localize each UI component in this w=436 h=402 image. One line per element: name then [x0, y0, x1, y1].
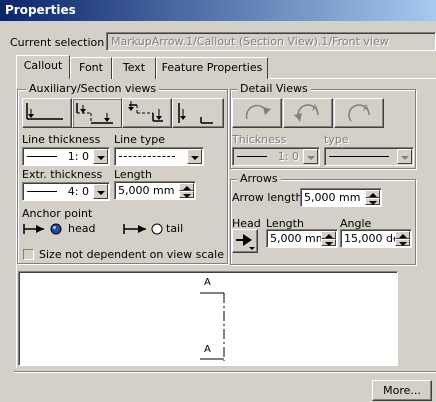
extr-thickness-label: Extr. thickness [22, 168, 103, 181]
detail-thickness-label: Thickness [232, 133, 287, 146]
size-not-dependent-label: Size not dependent on view scale [39, 248, 224, 261]
length-spin-down[interactable] [179, 190, 194, 198]
current-selection-field: MarkupArrow.1/Callout (Section View).1/F… [106, 32, 436, 51]
arrows-group-title: Arrows [237, 172, 281, 185]
anchor-head-option[interactable]: head [22, 221, 112, 237]
anchor-head-icon [23, 223, 62, 235]
arrow-head-length-spinner[interactable] [321, 231, 336, 246]
detail-type-swatch [329, 156, 389, 157]
aux-section-group-title: Auxiliary/Section views [26, 82, 160, 95]
arrow-angle-spinner[interactable] [395, 231, 410, 246]
length-value: 5,000 mm [118, 184, 175, 197]
anchor-point-label: Anchor point [22, 207, 93, 220]
section-arrow-style-4-icon [178, 103, 213, 124]
callout-style-1-button[interactable] [22, 98, 72, 128]
preview-label-top: A [204, 277, 211, 288]
arrow-head-length-spin-up[interactable] [321, 231, 336, 239]
detail-views-group-title: Detail Views [237, 82, 311, 95]
arrow-length-spin-down[interactable] [365, 197, 380, 205]
detail-circle-style-3-icon: A [348, 104, 370, 122]
detail-style-2-button: A [283, 98, 333, 128]
callout-preview: A A [18, 271, 398, 366]
line-thickness-select[interactable]: 1: 0 [22, 147, 110, 166]
detail-style-3-button: A [334, 98, 384, 128]
section-arrow-style-2-icon [76, 103, 113, 124]
extr-thickness-swatch [27, 191, 57, 192]
arrow-length-input[interactable]: 5,000 mm [300, 188, 382, 207]
extr-thickness-select[interactable]: 4: 0 [22, 182, 110, 201]
detail-style-1-button [232, 98, 282, 128]
arrow-angle-input[interactable]: 15,000 de [340, 229, 412, 248]
footer-separator [14, 371, 436, 373]
detail-thickness-value: 1: 0 [277, 150, 299, 163]
arrow-length-label: Arrow length: [232, 191, 307, 204]
anchor-tail-icon [123, 223, 163, 235]
length-spinner[interactable] [179, 183, 194, 198]
arrow-head-length-value: 5,000 mm [270, 232, 327, 245]
anchor-tail-option[interactable]: tail [122, 221, 202, 237]
extr-thickness-dropdown-arrow[interactable] [93, 184, 108, 199]
line-thickness-swatch [27, 156, 57, 157]
line-type-dash-swatch [119, 156, 175, 157]
callout-style-2-button[interactable] [72, 98, 122, 128]
detail-circle-style-2-icon: A [294, 104, 319, 122]
arrow-length-spinner[interactable] [365, 190, 380, 205]
detail-thickness-select: 1: 0 [232, 147, 320, 166]
line-type-select[interactable] [114, 147, 204, 166]
callout-style-4-button[interactable] [172, 98, 224, 128]
detail-type-dropdown-arrow [397, 149, 412, 164]
more-button[interactable]: More... [372, 380, 432, 401]
section-arrow-style-3-icon [128, 101, 163, 122]
window-title: Properties [0, 0, 436, 21]
detail-thickness-dropdown-arrow [303, 149, 318, 164]
tab-callout[interactable]: Callout [16, 55, 70, 79]
arrow-angle-value: 15,000 de [344, 232, 400, 245]
anchor-head-label: head [68, 222, 96, 235]
arrow-head-length-input[interactable]: 5,000 mm [266, 229, 338, 248]
anchor-tail-label: tail [166, 222, 184, 235]
size-not-dependent-checkbox[interactable] [23, 249, 34, 260]
arrow-angle-spin-up[interactable] [395, 231, 410, 239]
line-type-dropdown-arrow[interactable] [187, 149, 202, 164]
section-arrow-style-1-icon [26, 103, 63, 120]
detail-thickness-swatch [237, 156, 267, 157]
arrow-head-filled-icon [236, 234, 255, 250]
svg-text:A: A [312, 104, 319, 114]
line-thickness-value: 1: 0 [67, 150, 89, 163]
length-input[interactable]: 5,000 mm [114, 181, 196, 200]
detail-type-label: type [324, 133, 349, 146]
tab-font[interactable]: Font [70, 57, 112, 79]
line-thickness-dropdown-arrow[interactable] [93, 149, 108, 164]
tab-text[interactable]: Text [112, 57, 156, 79]
callout-style-3-button[interactable] [122, 98, 172, 128]
arrow-length-spin-up[interactable] [365, 190, 380, 198]
svg-text:A: A [363, 104, 370, 114]
arrow-head-type-button[interactable] [232, 229, 258, 253]
extr-thickness-value: 4: 0 [67, 185, 89, 198]
line-thickness-label: Line thickness [22, 133, 101, 146]
preview-label-bottom: A [204, 344, 211, 355]
line-type-label: Line type [114, 133, 165, 146]
arrow-head-length-spin-down[interactable] [321, 238, 336, 246]
arrow-angle-spin-down[interactable] [395, 238, 410, 246]
arrow-length-value: 5,000 mm [304, 191, 361, 204]
detail-circle-style-1-icon [245, 104, 271, 120]
tab-feature-properties[interactable]: Feature Properties [156, 57, 268, 79]
detail-type-select [324, 147, 414, 166]
current-selection-value: MarkupArrow.1/Callout (Section View).1/F… [111, 35, 389, 48]
length-label: Length [114, 168, 152, 181]
current-selection-label: Current selection : [10, 36, 112, 49]
length-spin-up[interactable] [179, 183, 194, 191]
